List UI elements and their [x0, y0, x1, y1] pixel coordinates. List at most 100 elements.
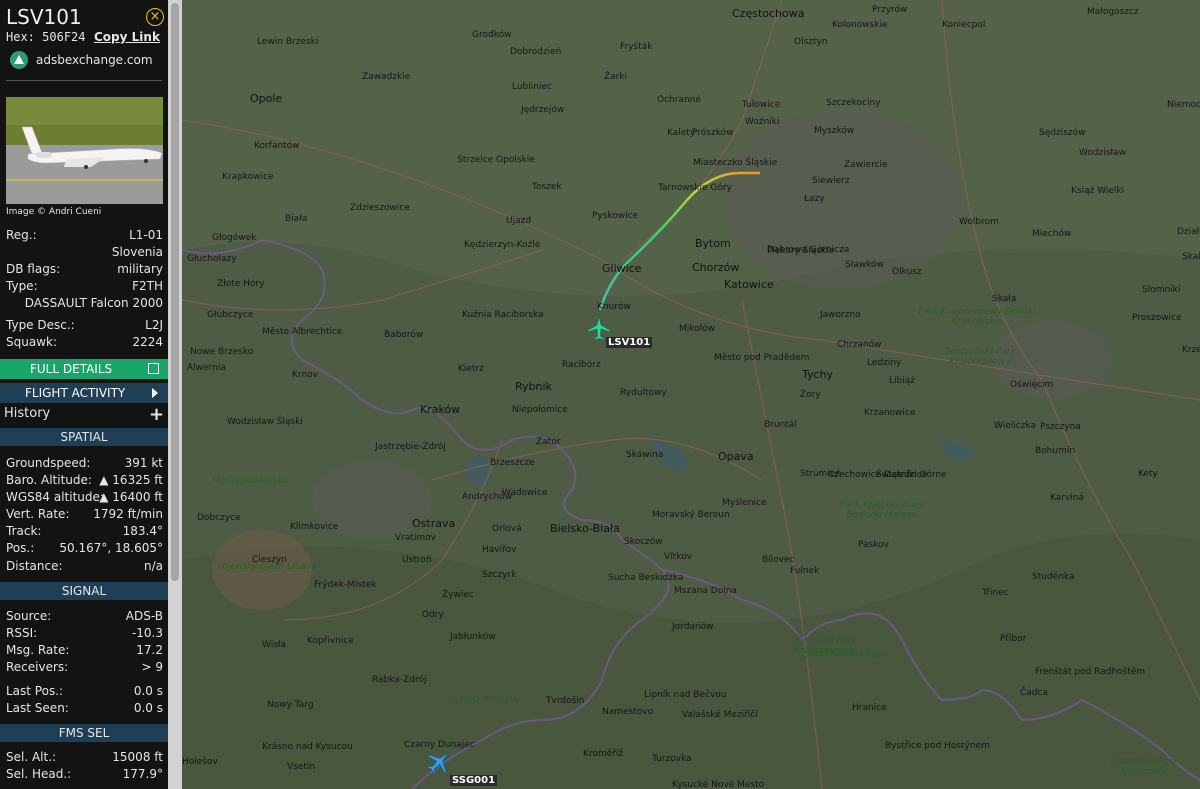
map-place-label: Gliwice — [602, 262, 642, 275]
map-place-label: Czarny Dunajec — [404, 740, 475, 750]
map-place-label: Ustroń — [402, 555, 432, 565]
map-place-label: Krzanowice — [864, 408, 916, 418]
map-place-label: Sucha Beskidzka — [608, 573, 684, 583]
map-place-label: Nowy Targ — [267, 700, 314, 710]
map-place-label: Kety — [1138, 469, 1158, 479]
map-place-label: Třinec — [982, 588, 1009, 598]
map-place-label: Żywiec — [442, 590, 474, 600]
hex-value: 506F24 — [42, 30, 86, 44]
chevron-right-icon — [152, 388, 158, 398]
signal-row-receivers: Receivers: > 9 — [6, 660, 163, 674]
map-park-label: Park Krajobrazowy Dolinki Krakowskie — [918, 307, 1036, 327]
info-row-squawk: Squawk: 2224 — [6, 335, 163, 349]
map-place-label: Moravský Beroun — [652, 510, 730, 520]
section-spatial: SPATIAL — [0, 428, 168, 446]
aircraft-info-panel: LSV101 × Hex: 506F24 Copy Link adsbexcha… — [0, 0, 168, 789]
map-place-label: Siewierz — [812, 176, 850, 186]
aircraft-label-ssg001[interactable]: SSG001 — [450, 775, 498, 786]
map-place-label: Libiąż — [889, 376, 915, 386]
map-place-label: Książ Wielki — [1071, 186, 1125, 196]
history-label[interactable]: History — [4, 406, 50, 421]
flight-activity-button[interactable]: FLIGHT ACTIVITY — [0, 383, 168, 403]
divider — [6, 80, 162, 81]
map-place-label: Kraków — [420, 403, 461, 416]
full-details-button[interactable]: FULL DETAILS — [0, 359, 168, 379]
map-view[interactable]: LSV101 SSG001 Częstochowa Przyrów Koniecpo… — [182, 0, 1200, 789]
map-place-label: Frenštát pod Radhoštěm — [1035, 667, 1146, 677]
map-place-label: Jędrzejów — [521, 105, 565, 115]
map-place-label: Město pod Pradědem — [714, 353, 810, 363]
map-place-label: Kuźnia Raciborska — [462, 310, 544, 320]
map-place-label: Skawina — [626, 450, 664, 460]
map-place-label: Częstochowa — [732, 7, 805, 20]
close-icon[interactable]: × — [146, 8, 164, 26]
map-park-label: Tatrzański Park Narodowy — [1109, 757, 1178, 777]
map-place-label: Wodzisław — [1079, 148, 1126, 158]
map-place-label: Tychy — [802, 368, 834, 381]
map-place-label: Jastrzębie-Zdrój — [375, 442, 446, 452]
map-place-label: Myszków — [814, 126, 855, 136]
map-place-label: Hranice — [852, 703, 887, 713]
map-place-label: Zdzieszowice — [350, 203, 410, 213]
map-place-label: Biała — [285, 214, 308, 224]
map-place-label: Skoczów — [624, 537, 663, 547]
map-place-label: Holešov — [182, 757, 218, 767]
map-place-label: Wodzisław Śląski — [227, 417, 303, 427]
map-place-label: Głuchołazy — [187, 254, 237, 264]
map-place-label: Valašské Meziříčí — [682, 710, 758, 720]
map-place-label: Příbor — [1000, 634, 1027, 644]
map-place-label: Klimkovice — [290, 522, 339, 532]
spatial-row-wgs84-altitude: WGS84 altitude: ▲ 16400 ft — [6, 490, 163, 504]
map-place-label: Racibórz — [562, 360, 601, 370]
map-place-label: Pszczyna — [1040, 422, 1081, 432]
aircraft-photo[interactable] — [6, 97, 163, 204]
map-place-label: Niepołomice — [512, 405, 568, 415]
aircraft-photo-plane — [21, 126, 163, 169]
map-place-label: Bruntál — [764, 420, 797, 430]
map-place-label: Grodków — [472, 30, 512, 40]
map-place-label: Bílovec — [762, 555, 795, 565]
map-place-label: Sędziszów — [1039, 128, 1086, 138]
map-park-label: Tenczyński Park Krajobrazowy — [944, 347, 1016, 367]
map-place-label: Kopřivnice — [307, 636, 354, 646]
map-place-label: Tułowice — [742, 100, 781, 110]
info-row-type-desc: Type Desc.: L2J — [6, 318, 163, 332]
copy-link[interactable]: Copy Link — [94, 30, 160, 44]
sidebar-scrollbar-thumb[interactable] — [171, 3, 179, 581]
map-place-label: Tvrdošín — [546, 696, 585, 706]
map-place-label: Zator — [536, 437, 561, 447]
signal-row-source: Source: ADS-B — [6, 609, 163, 623]
map-place-label: Odry — [422, 610, 444, 620]
plus-icon[interactable]: + — [149, 404, 164, 425]
hex-code: Hex: 506F24 — [6, 30, 86, 44]
section-signal: SIGNAL — [0, 582, 168, 600]
map-place-label: Zawiercie — [844, 160, 888, 170]
adsbexchange-link[interactable]: adsbexchange.com — [36, 53, 153, 67]
adsbexchange-logo-icon[interactable] — [10, 51, 28, 69]
map-place-label: Ujazd — [506, 216, 532, 226]
map-place-label: Chrzanów — [837, 340, 882, 350]
signal-row-rssi: RSSI: -10.3 — [6, 626, 163, 640]
map-place-label: Bystřice pod Hostýnem — [885, 741, 990, 751]
map-place-label: Żory — [800, 390, 821, 400]
map-place-label: Szczekociny — [826, 98, 881, 108]
map-place-label: Vítkov — [664, 552, 692, 562]
map-place-label: Wolbrom — [959, 217, 999, 227]
map-place-label: Kysucké Nové Mesto — [672, 780, 765, 789]
map-place-label: Mikołów — [679, 324, 716, 334]
map-park-label: CHKO Beskydy — [454, 695, 521, 705]
map-place-label: Studénka — [1032, 572, 1075, 582]
map-place-label: Lipník nad Bečvou — [644, 690, 727, 700]
map-place-label: Bohumín — [1035, 446, 1076, 456]
map-place-label: Pyskowice — [592, 211, 639, 221]
map-place-label: Krásno nad Kysucou — [262, 742, 353, 752]
map-place-label: Rydultowy — [620, 388, 667, 398]
map-place-label: Chorzów — [692, 261, 740, 274]
info-row-type-name: DASSAULT Falcon 2000 — [24, 296, 163, 310]
aircraft-label-lsv101[interactable]: LSV101 — [606, 337, 653, 348]
map-place-label: Krzeszowice — [1182, 345, 1200, 355]
map-place-label: Lewin Brzeski — [257, 37, 319, 47]
map-park-label: Park Krajobrazowy Beskidu Małego — [840, 500, 924, 520]
aircraft-callsign: LSV101 — [6, 5, 82, 29]
map-place-label: Frýdek-Místek — [314, 580, 377, 590]
